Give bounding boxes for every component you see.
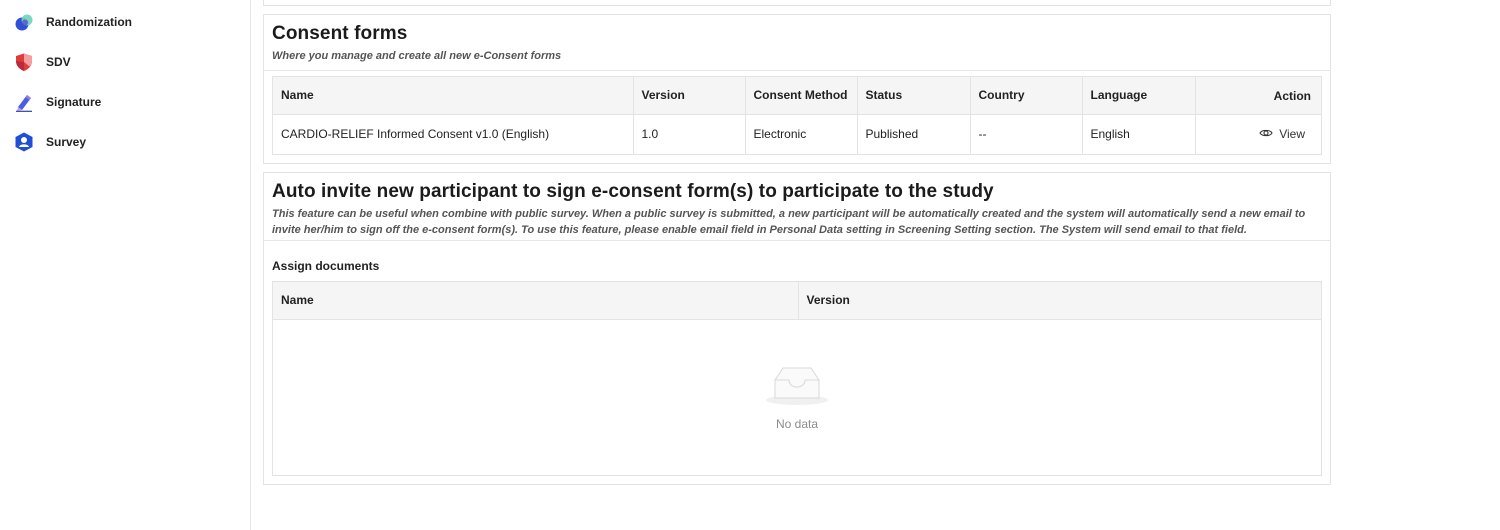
table-header-row: Name Version — [273, 282, 1321, 320]
empty-state-text: No data — [775, 417, 819, 431]
cell-language: English — [1082, 114, 1196, 154]
sidebar-item-randomization[interactable]: Randomization — [14, 10, 132, 34]
survey-user-icon — [14, 132, 34, 152]
column-header-name[interactable]: Name — [273, 77, 634, 115]
empty-state: No data — [273, 320, 1321, 475]
cell-action: View — [1195, 114, 1321, 154]
assign-documents-table: Name Version No data — [272, 281, 1322, 476]
consent-forms-card: Consent forms Where you manage and creat… — [263, 14, 1331, 164]
table-header-row: Name Version Consent Method Status Count… — [273, 77, 1321, 115]
sidebar-item-label: SDV — [46, 55, 71, 69]
column-header-version[interactable]: Version — [633, 77, 746, 115]
consent-forms-header: Consent forms Where you manage and creat… — [264, 15, 1330, 71]
column-header-name[interactable]: Name — [273, 282, 799, 320]
signature-pen-icon — [14, 92, 34, 112]
assign-documents-label: Assign documents — [272, 259, 380, 273]
consent-forms-title: Consent forms — [272, 23, 408, 44]
auto-invite-description: This feature can be useful when combine … — [272, 208, 1306, 236]
auto-invite-title: Auto invite new participant to sign e-co… — [272, 181, 994, 202]
cell-consent-method: Electronic — [745, 114, 858, 154]
consent-forms-table: Name Version Consent Method Status Count… — [272, 76, 1322, 155]
column-header-action: Action — [1195, 77, 1321, 115]
sidebar-item-survey[interactable]: Survey — [14, 130, 86, 154]
view-button[interactable]: View — [1259, 126, 1305, 143]
column-header-status[interactable]: Status — [857, 77, 971, 115]
sdv-shield-icon — [14, 52, 34, 72]
previous-card — [263, 0, 1331, 6]
cell-version: 1.0 — [633, 114, 746, 154]
table-row: CARDIO-RELIEF Informed Consent v1.0 (Eng… — [273, 114, 1321, 154]
column-header-language[interactable]: Language — [1082, 77, 1196, 115]
cell-country: -- — [970, 114, 1083, 154]
sidebar-item-signature[interactable]: Signature — [14, 90, 101, 114]
column-header-country[interactable]: Country — [970, 77, 1083, 115]
sidebar-item-label: Signature — [46, 95, 102, 109]
column-header-version[interactable]: Version — [798, 282, 1321, 320]
sidebar-item-label: Randomization — [46, 15, 132, 29]
eye-icon — [1259, 126, 1273, 143]
sidebar-item-sdv[interactable]: SDV — [14, 50, 71, 74]
auto-invite-card: Auto invite new participant to sign e-co… — [263, 172, 1331, 485]
view-label: View — [1279, 127, 1305, 142]
sidebar: Randomization SDV Signature Survey — [0, 0, 251, 530]
consent-forms-subtitle: Where you manage and create all new e-Co… — [272, 50, 562, 62]
cell-name: CARDIO-RELIEF Informed Consent v1.0 (Eng… — [273, 114, 634, 154]
auto-invite-header: Auto invite new participant to sign e-co… — [264, 173, 1330, 241]
empty-inbox-icon — [765, 364, 829, 411]
sidebar-item-label: Survey — [46, 135, 87, 149]
column-header-consent-method[interactable]: Consent Method — [745, 77, 858, 115]
main-content: Consent forms Where you manage and creat… — [251, 0, 1500, 530]
randomization-icon — [14, 12, 34, 32]
cell-status: Published — [857, 114, 971, 154]
